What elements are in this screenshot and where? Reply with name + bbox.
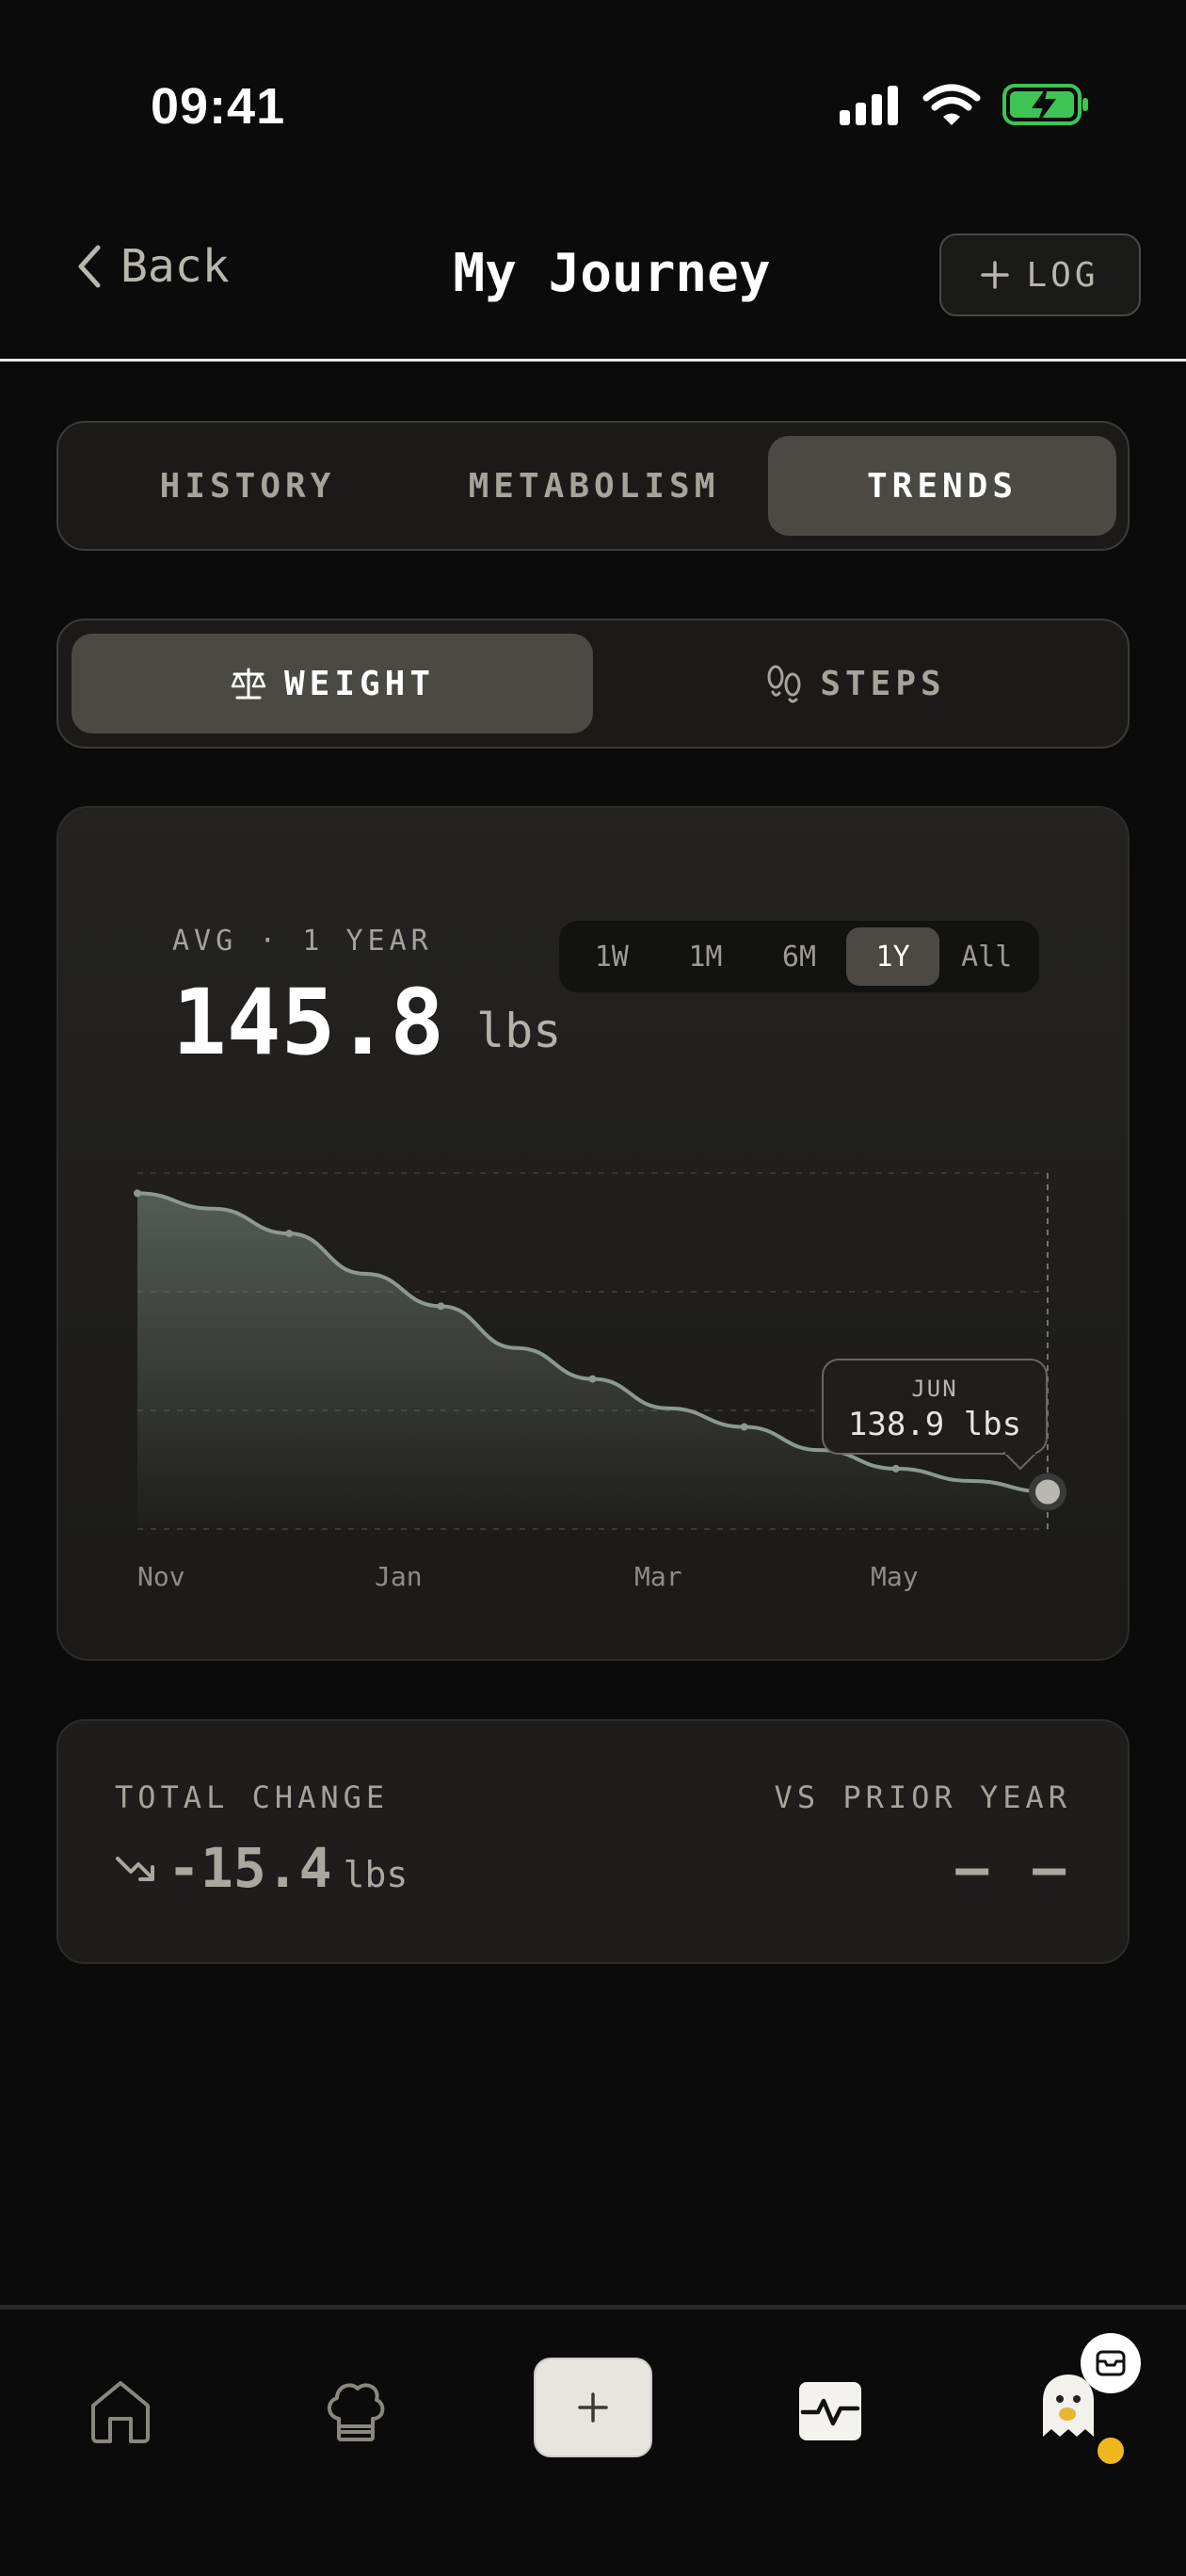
data-point[interactable]: [740, 1423, 748, 1431]
home-icon: [91, 2381, 150, 2443]
total-change-unit: lbs: [343, 1854, 409, 1895]
prior-year-value: — —: [955, 1836, 1071, 1900]
data-point[interactable]: [285, 1230, 294, 1238]
tooltip-value: 138.9 lbs: [847, 1406, 1022, 1443]
chef-hat-icon: [328, 2383, 385, 2441]
messages-button[interactable]: [1081, 2333, 1141, 2393]
inbox-icon: [1096, 2350, 1126, 2376]
data-point[interactable]: [134, 1189, 141, 1198]
prior-year-label: VS PRIOR YEAR: [774, 1779, 1071, 1815]
total-change: -15.4 lbs: [115, 1836, 408, 1900]
selected-data-point[interactable]: [1035, 1479, 1060, 1505]
total-change-value: -15.4: [168, 1836, 332, 1900]
nav-home[interactable]: [73, 2369, 168, 2454]
plus-icon: [578, 2392, 608, 2423]
trend-down-icon: [116, 1857, 154, 1881]
notification-dot: [1095, 2435, 1127, 2467]
activity-icon: [799, 2382, 861, 2440]
add-button[interactable]: [534, 2358, 652, 2457]
nav-recipes[interactable]: [309, 2369, 403, 2454]
nav-activity[interactable]: [783, 2369, 877, 2454]
x-tick-label: Jan: [375, 1561, 423, 1592]
chart-tooltip: JUN 138.9 lbs: [822, 1359, 1048, 1455]
total-change-label: TOTAL CHANGE: [115, 1779, 390, 1815]
data-point[interactable]: [437, 1302, 445, 1311]
data-point[interactable]: [891, 1464, 900, 1473]
x-tick-label: Nov: [137, 1561, 185, 1592]
data-point[interactable]: [588, 1375, 597, 1383]
bottom-nav-divider: [0, 2305, 1186, 2310]
tooltip-pointer: [1003, 1452, 1037, 1471]
x-tick-label: May: [871, 1561, 919, 1592]
x-tick-label: Mar: [634, 1561, 682, 1592]
tooltip-month: JUN: [911, 1376, 958, 1402]
